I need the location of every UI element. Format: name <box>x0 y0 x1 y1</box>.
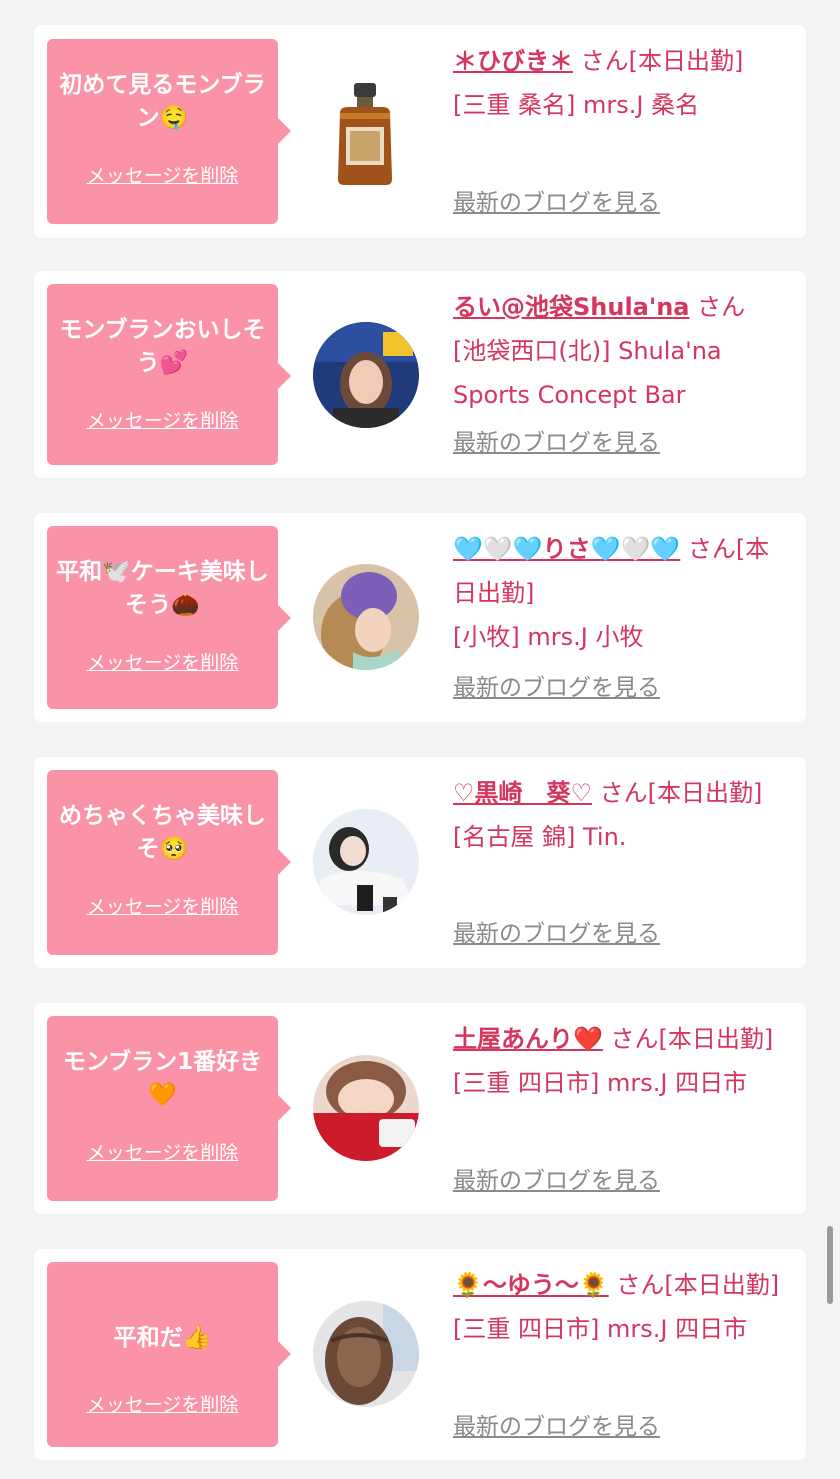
sender-info: ＊ひびき＊ さん[本日出勤] [三重 桑名] mrs.J 桑名 <box>453 39 788 127</box>
sender-info: 土屋あんり❤️ さん[本日出勤] [三重 四日市] mrs.J 四日市 <box>453 1017 788 1105</box>
message-bubble: モンブランおいしそう💕 メッセージを削除 <box>47 284 291 465</box>
message-card: 平和だ👍 メッセージを削除 🌻〜ゆう〜🌻 さん[本日出勤] [三重 四日市] m… <box>34 1249 806 1460</box>
sender-info: ♡黒崎 葵♡ さん[本日出勤] [名古屋 錦] Tin. <box>453 771 788 859</box>
message-bubble: 初めて見るモンブラン🤤 メッセージを削除 <box>47 39 291 224</box>
avatar[interactable] <box>313 1301 419 1407</box>
latest-blog-link[interactable]: 最新のブログを見る <box>453 183 660 217</box>
sender-name-link[interactable]: るい@池袋Shula'na <box>453 293 690 321</box>
avatar[interactable] <box>313 564 419 670</box>
sender-name-link[interactable]: ♡黒崎 葵♡ <box>453 779 592 807</box>
latest-blog-link[interactable]: 最新のブログを見る <box>453 914 660 948</box>
delete-message-link[interactable]: メッセージを削除 <box>47 1390 278 1417</box>
whisky-bottle-icon[interactable] <box>332 83 398 185</box>
message-bubble: モンブラン1番好き🧡 メッセージを削除 <box>47 1016 291 1201</box>
message-card: 平和🕊️ケーキ美味しそう🌰 メッセージを削除 🩵🤍🩵りさ🩵🤍🩵 さん[本日出勤]… <box>34 513 806 722</box>
sender-name-link[interactable]: ＊ひびき＊ <box>453 47 573 75</box>
message-bubble: 平和だ👍 メッセージを削除 <box>47 1262 291 1447</box>
latest-blog-link[interactable]: 最新のブログを見る <box>453 1407 660 1441</box>
message-text: モンブラン1番好き🧡 <box>62 1049 263 1108</box>
message-bubble: めちゃくちゃ美味しそ🥺 メッセージを削除 <box>47 770 291 955</box>
shop-label: [池袋西口(北)] Shula'na Sports Concept Bar <box>453 337 722 409</box>
sender-info: るい@池袋Shula'na さん [池袋西口(北)] Shula'na Spor… <box>453 285 788 417</box>
latest-blog-link[interactable]: 最新のブログを見る <box>453 423 660 457</box>
shop-label: [名古屋 錦] Tin. <box>453 823 627 851</box>
sender-suffix: さん[本日出勤] <box>599 779 763 807</box>
sender-suffix: さん[本日出勤] <box>616 1271 780 1299</box>
avatar[interactable] <box>313 1055 419 1161</box>
shop-label: [小牧] mrs.J 小牧 <box>453 623 644 651</box>
message-text: めちゃくちゃ美味しそ🥺 <box>59 803 266 862</box>
sender-name-link[interactable]: 🩵🤍🩵りさ🩵🤍🩵 <box>453 535 680 563</box>
scrollbar[interactable] <box>827 1226 833 1304</box>
shop-label: [三重 四日市] mrs.J 四日市 <box>453 1069 748 1097</box>
message-card: モンブラン1番好き🧡 メッセージを削除 土屋あんり❤️ さん[本日出勤] [三重… <box>34 1003 806 1214</box>
latest-blog-link[interactable]: 最新のブログを見る <box>453 668 660 702</box>
message-card: 初めて見るモンブラン🤤 メッセージを削除 ＊ひびき＊ さん[本日出勤] [三重 … <box>34 25 806 238</box>
latest-blog-link[interactable]: 最新のブログを見る <box>453 1161 660 1195</box>
message-card: めちゃくちゃ美味しそ🥺 メッセージを削除 ♡黒崎 葵♡ さん[本日出勤] [名古… <box>34 757 806 968</box>
message-text: 初めて見るモンブラン🤤 <box>59 72 266 131</box>
avatar[interactable] <box>313 322 419 428</box>
sender-name-link[interactable]: 土屋あんり❤️ <box>453 1025 603 1053</box>
sender-name-link[interactable]: 🌻〜ゆう〜🌻 <box>453 1271 609 1299</box>
sender-suffix: さん[本日出勤] <box>580 47 744 75</box>
message-text: 平和🕊️ケーキ美味しそう🌰 <box>56 559 269 618</box>
delete-message-link[interactable]: メッセージを削除 <box>47 406 278 433</box>
delete-message-link[interactable]: メッセージを削除 <box>47 1138 278 1165</box>
sender-suffix: さん[本日出勤] <box>610 1025 774 1053</box>
sender-info: 🩵🤍🩵りさ🩵🤍🩵 さん[本日出勤] [小牧] mrs.J 小牧 <box>453 527 788 659</box>
message-text: 平和だ👍 <box>113 1325 212 1351</box>
message-card: モンブランおいしそう💕 メッセージを削除 るい@池袋Shula'na さん [池… <box>34 271 806 478</box>
sender-suffix: さん <box>697 293 746 321</box>
message-bubble: 平和🕊️ケーキ美味しそう🌰 メッセージを削除 <box>47 526 291 709</box>
avatar[interactable] <box>313 809 419 915</box>
delete-message-link[interactable]: メッセージを削除 <box>47 648 278 675</box>
sender-info: 🌻〜ゆう〜🌻 さん[本日出勤] [三重 四日市] mrs.J 四日市 <box>453 1263 788 1351</box>
delete-message-link[interactable]: メッセージを削除 <box>47 161 278 188</box>
message-text: モンブランおいしそう💕 <box>59 317 266 376</box>
shop-label: [三重 四日市] mrs.J 四日市 <box>453 1315 748 1343</box>
shop-label: [三重 桑名] mrs.J 桑名 <box>453 91 700 119</box>
delete-message-link[interactable]: メッセージを削除 <box>47 892 278 919</box>
